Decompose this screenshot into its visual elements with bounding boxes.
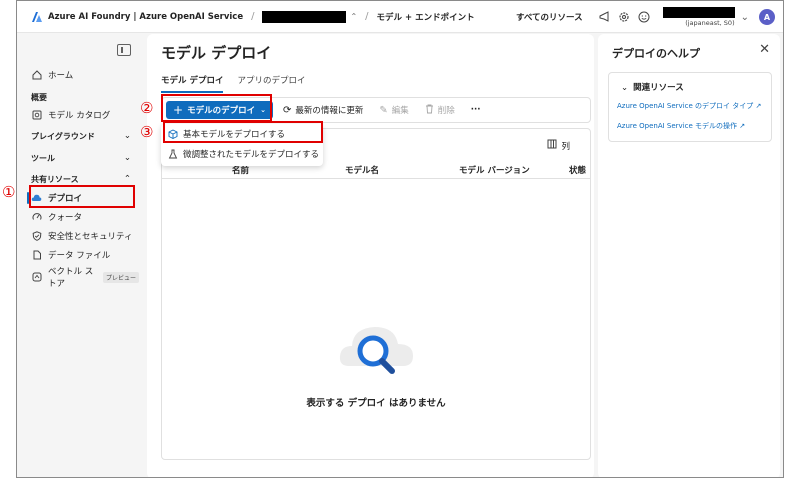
help-link-label: Azure OpenAI Service モデルの操作 xyxy=(617,122,738,130)
azure-ai-logo-icon xyxy=(32,11,42,22)
app-window: Azure AI Foundry | Azure OpenAI Service … xyxy=(16,0,784,478)
columns-button[interactable]: 列 xyxy=(547,139,570,152)
chevron-down-icon: ⌄ xyxy=(123,153,131,163)
trash-icon xyxy=(425,104,434,117)
empty-state-message: 表示する デプロイ はありません xyxy=(306,398,446,409)
sidebar-item-model-catalog[interactable]: モデル カタログ xyxy=(31,109,110,121)
sidebar-item-data-files[interactable]: データ ファイル xyxy=(31,249,110,261)
sidebar: ホーム 概要 モデル カタログ プレイグラウンド ⌄ ツール ⌄ 共有リソース … xyxy=(17,34,145,477)
annotation-box-deploy xyxy=(29,185,135,208)
file-icon xyxy=(31,250,42,261)
tab-list: モデル デプロイ アプリのデプロイ xyxy=(161,74,319,93)
tab-app-deployments[interactable]: アプリのデプロイ xyxy=(237,74,305,93)
column-header-model-version[interactable]: モデル バージョン xyxy=(459,164,530,176)
preview-badge: プレビュー xyxy=(103,272,140,283)
columns-label: 列 xyxy=(561,141,570,152)
step-1-annotation: ① xyxy=(2,183,16,201)
related-resources-header[interactable]: ⌄ 関連リソース xyxy=(621,81,684,93)
vector-store-label-line1: ベクトル ス xyxy=(48,267,94,277)
breadcrumb-separator-2: / xyxy=(365,11,369,22)
empty-state-cloud-search-icon xyxy=(339,327,413,374)
edit-button[interactable]: ✎ 編集 xyxy=(379,104,409,117)
step-2-annotation: ② xyxy=(140,99,154,117)
brand[interactable]: Azure AI Foundry | Azure OpenAI Service xyxy=(31,11,243,23)
avatar[interactable]: A xyxy=(759,9,775,25)
redacted-resource-name xyxy=(262,10,347,23)
account-region: (japaneast, S0) xyxy=(685,19,735,27)
menu-item-label: 微調整されたモデルをデプロイする xyxy=(183,150,320,160)
catalog-icon xyxy=(31,110,42,121)
sidebar-group-label: 共有リソース xyxy=(31,175,79,184)
top-bar: Azure AI Foundry | Azure OpenAI Service … xyxy=(17,1,783,33)
help-link-deployment-types[interactable]: Azure OpenAI Service のデプロイ タイプ ↗ xyxy=(617,101,761,111)
delete-button[interactable]: 削除 xyxy=(425,104,455,117)
edit-label: 編集 xyxy=(391,106,409,116)
sidebar-item-safety[interactable]: 安全性とセキュリティ xyxy=(31,230,133,242)
menu-item-deploy-fine-tuned-model[interactable]: 微調整されたモデルをデプロイする xyxy=(167,148,319,160)
top-right-actions: すべてのリソース (japaneast, S0) ⌄ A xyxy=(516,1,775,33)
redacted-account-name xyxy=(662,7,735,18)
chevron-down-icon[interactable]: ⌄ xyxy=(741,12,749,23)
chevron-down-icon: ⌄ xyxy=(123,131,131,141)
chevron-up-icon: ⌃ xyxy=(123,174,131,184)
sidebar-item-label: ベクトル ス トア xyxy=(48,266,93,290)
sidebar-item-label: ホーム xyxy=(48,71,74,81)
refresh-icon: ⟳ xyxy=(282,104,292,116)
refresh-label: 最新の情報に更新 xyxy=(295,106,364,116)
tab-model-deployments[interactable]: モデル デプロイ xyxy=(161,74,224,93)
sidebar-item-home[interactable]: ホーム xyxy=(31,69,73,81)
breadcrumb-current-page[interactable]: モデル + エンドポイント xyxy=(377,11,475,23)
gauge-icon xyxy=(31,212,42,223)
help-link-label: Azure OpenAI Service のデプロイ タイプ xyxy=(617,102,754,110)
related-resources-section: ⌄ 関連リソース Azure OpenAI Service のデプロイ タイプ ↗… xyxy=(608,72,772,142)
shield-icon xyxy=(31,231,42,242)
sidebar-group-tools[interactable]: ツール ⌄ xyxy=(31,153,131,164)
column-header-status[interactable]: 状態 xyxy=(569,164,586,176)
help-panel-title: デプロイのヘルプ xyxy=(612,47,700,60)
sidebar-group-label: ツール xyxy=(31,154,55,163)
sidebar-collapse-icon[interactable] xyxy=(117,44,131,56)
home-icon xyxy=(31,70,42,81)
sidebar-item-label: 安全性とセキュリティ xyxy=(48,232,133,242)
column-header-model-name[interactable]: モデル名 xyxy=(345,164,379,176)
sidebar-group-shared-resources[interactable]: 共有リソース ⌃ xyxy=(31,174,131,185)
help-link-working-with-models[interactable]: Azure OpenAI Service モデルの操作 ↗ xyxy=(617,121,745,131)
annotation-box-base-model xyxy=(163,121,323,143)
sidebar-item-label: クォータ xyxy=(48,213,83,223)
smiley-feedback-icon[interactable] xyxy=(637,10,651,24)
page-title: モデル デプロイ xyxy=(161,44,272,62)
chevron-updown-icon[interactable]: ⌃ xyxy=(350,12,357,21)
sidebar-item-label: モデル カタログ xyxy=(48,111,111,121)
external-link-icon: ↗ xyxy=(755,102,762,110)
flask-icon xyxy=(167,149,178,160)
sidebar-group-overview: 概要 xyxy=(31,93,47,102)
external-link-icon: ↗ xyxy=(739,122,746,130)
refresh-button[interactable]: ⟳ 最新の情報に更新 xyxy=(282,104,364,117)
brand-text: Azure AI Foundry | Azure OpenAI Service xyxy=(48,11,244,22)
pencil-icon: ✎ xyxy=(379,104,388,116)
close-icon[interactable]: ✕ xyxy=(759,42,770,57)
sidebar-item-quota[interactable]: クォータ xyxy=(31,211,82,223)
chevron-down-icon: ⌄ xyxy=(621,83,629,93)
sidebar-group-label: プレイグラウンド xyxy=(31,132,95,141)
all-resources-link[interactable]: すべてのリソース xyxy=(516,11,583,23)
vector-store-icon xyxy=(31,271,42,282)
sidebar-group-playground[interactable]: プレイグラウンド ⌄ xyxy=(31,131,131,142)
megaphone-icon[interactable] xyxy=(597,10,611,24)
sidebar-item-label: データ ファイル xyxy=(48,251,111,261)
gear-icon[interactable] xyxy=(617,10,631,24)
delete-label: 削除 xyxy=(437,106,455,116)
help-panel: デプロイのヘルプ ✕ ⌄ 関連リソース Azure OpenAI Service … xyxy=(598,34,780,477)
annotation-box-deploy-model-button xyxy=(161,94,272,122)
step-3-annotation: ③ xyxy=(140,123,154,141)
columns-icon xyxy=(547,139,557,152)
sidebar-item-vector-store[interactable]: ベクトル ス トア xyxy=(31,266,93,290)
more-options-button[interactable]: ··· xyxy=(471,105,481,115)
breadcrumb-separator: / xyxy=(251,11,255,22)
related-resources-label: 関連リソース xyxy=(633,83,684,93)
account-info[interactable]: (japaneast, S0) xyxy=(662,7,735,27)
deployments-table-container: 列 名前 モデル名 モデル バージョン 状態 表示する デプロイ はありません xyxy=(161,128,591,460)
vector-store-label-line2: トア xyxy=(48,279,66,289)
